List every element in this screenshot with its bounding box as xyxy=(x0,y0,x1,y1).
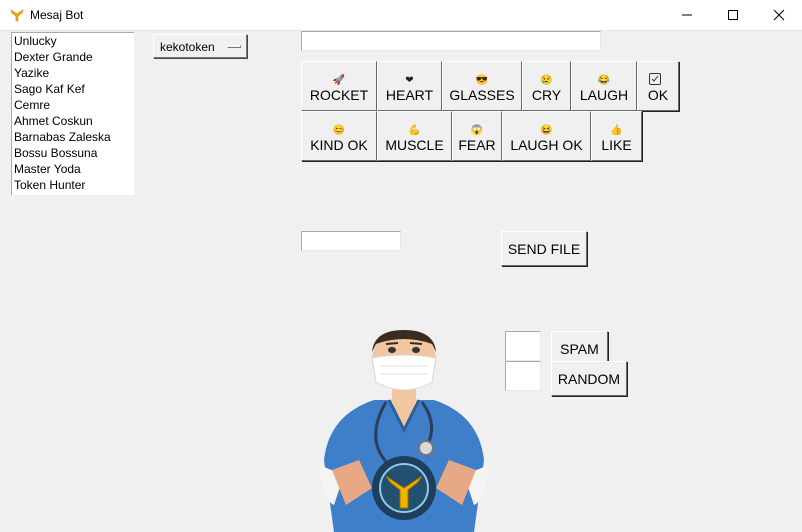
minimize-button[interactable] xyxy=(664,0,710,30)
title-bar: Mesaj Bot xyxy=(0,0,802,31)
glasses-button-label: GLASSES xyxy=(449,87,515,103)
laugh-ok-button[interactable]: 😆 LAUGH OK xyxy=(502,111,591,161)
message-input-field[interactable] xyxy=(302,32,600,50)
send-file-button-label: SEND FILE xyxy=(507,241,581,257)
list-item[interactable]: Unlucky xyxy=(14,33,57,49)
list-item[interactable]: Sago Kaf Kef xyxy=(14,81,85,97)
cry-button-label: CRY xyxy=(531,87,562,103)
app-logo-icon xyxy=(10,9,24,22)
file-path-input-field[interactable] xyxy=(302,232,400,250)
spam-count-input[interactable] xyxy=(505,331,541,361)
muscle-button[interactable]: 💪 MUSCLE xyxy=(377,111,452,161)
spam-button[interactable]: SPAM xyxy=(551,331,608,365)
ok-button[interactable]: OK xyxy=(637,61,679,111)
random-button[interactable]: RANDOM xyxy=(551,361,627,396)
laughing-face-icon: 😂 xyxy=(597,75,611,86)
heart-button[interactable]: ❤ HEART xyxy=(377,61,442,111)
close-icon xyxy=(773,9,785,21)
maximize-button[interactable] xyxy=(710,0,756,30)
list-item[interactable]: Barnabas Zaleska xyxy=(14,129,111,145)
heart-icon: ❤ xyxy=(405,75,414,86)
random-button-label: RANDOM xyxy=(557,371,621,387)
list-item[interactable]: Master Yoda xyxy=(14,161,81,177)
smiling-face-icon: 😊 xyxy=(332,125,346,136)
thumbs-up-icon: 👍 xyxy=(610,125,623,136)
window-title: Mesaj Bot xyxy=(30,8,84,22)
list-item[interactable]: Yazike xyxy=(14,65,49,81)
random-count-input-field[interactable] xyxy=(506,362,540,390)
token-dropdown[interactable]: kekotoken xyxy=(153,34,247,58)
laugh-button-label: LAUGH xyxy=(579,87,629,103)
rocket-icon: 🚀 xyxy=(332,75,346,86)
list-item[interactable]: Ahmet Coskun xyxy=(14,113,93,129)
spam-button-label: SPAM xyxy=(560,341,599,357)
token-dropdown-value: kekotoken xyxy=(160,40,215,54)
ok-button-label: OK xyxy=(647,87,669,103)
doctor-illustration xyxy=(319,330,489,532)
like-button-label: LIKE xyxy=(601,137,632,153)
list-item[interactable]: Bossu Bossuna xyxy=(14,145,97,161)
send-file-button[interactable]: SEND FILE xyxy=(501,231,587,266)
like-button[interactable]: 👍 LIKE xyxy=(591,111,642,161)
close-button[interactable] xyxy=(756,0,802,30)
fear-button-label: FEAR xyxy=(458,137,496,153)
kind-ok-button-label: KIND OK xyxy=(310,137,368,153)
sunglasses-face-icon: 😎 xyxy=(475,75,489,86)
glasses-button[interactable]: 😎 GLASSES xyxy=(442,61,522,111)
checkbox-icon xyxy=(649,73,661,85)
list-item[interactable]: Token Hunter xyxy=(14,177,85,193)
random-count-input[interactable] xyxy=(505,361,541,391)
muscle-button-label: MUSCLE xyxy=(385,137,444,153)
rocket-button[interactable]: 🚀 ROCKET xyxy=(301,61,377,111)
muscle-icon: 💪 xyxy=(408,125,421,136)
crying-face-icon: 😢 xyxy=(540,75,553,86)
message-input[interactable] xyxy=(301,31,601,51)
dropdown-indicator-icon xyxy=(227,45,241,48)
list-item[interactable]: Cemre xyxy=(14,97,50,113)
rocket-button-label: ROCKET xyxy=(309,87,369,103)
laugh-button[interactable]: 😂 LAUGH xyxy=(571,61,637,111)
kind-ok-button[interactable]: 😊 KIND OK xyxy=(301,111,377,161)
maximize-icon xyxy=(728,10,738,20)
fear-button[interactable]: 😱 FEAR xyxy=(452,111,502,161)
laugh-ok-button-label: LAUGH OK xyxy=(510,137,583,153)
user-listbox[interactable]: Unlucky Dexter Grande Yazike Sago Kaf Ke… xyxy=(11,32,134,195)
file-path-input[interactable] xyxy=(301,231,401,251)
grinning-face-icon: 😆 xyxy=(540,125,553,136)
heart-button-label: HEART xyxy=(385,87,434,103)
spam-count-input-field[interactable] xyxy=(506,332,540,360)
cry-button[interactable]: 😢 CRY xyxy=(522,61,571,111)
minimize-icon xyxy=(682,14,692,16)
list-item[interactable]: Dexter Grande xyxy=(14,49,93,65)
fearful-face-icon: 😱 xyxy=(470,125,484,136)
